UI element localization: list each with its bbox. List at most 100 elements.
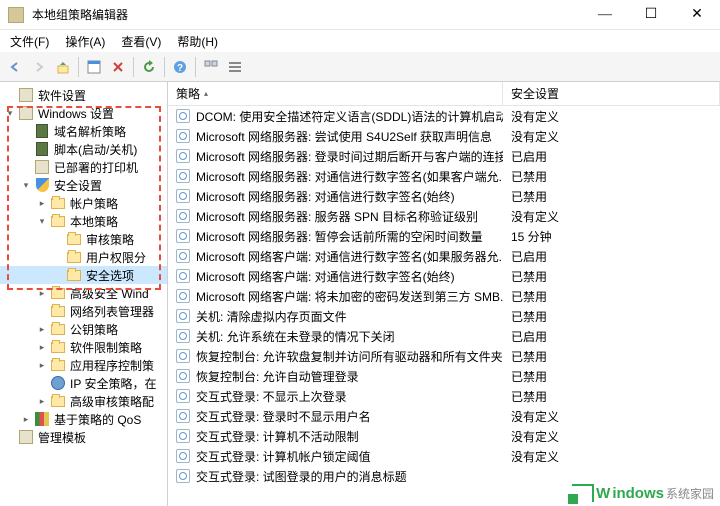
view-icons-button[interactable]: [200, 56, 222, 78]
list-row[interactable]: Microsoft 网络服务器: 对通信进行数字签名(始终)已禁用: [168, 186, 720, 206]
list-row[interactable]: 关机: 允许系统在未登录的情况下关闭已启用: [168, 326, 720, 346]
list-row[interactable]: 交互式登录: 试图登录的用户的消息标题: [168, 466, 720, 486]
policy-cell: Microsoft 网络客户端: 对通信进行数字签名(如果服务器允...: [168, 248, 503, 265]
policy-item-icon: [176, 429, 190, 443]
toolbar-separator: [195, 57, 196, 77]
watermark: Windows 系统家园: [572, 484, 714, 502]
list-row[interactable]: Microsoft 网络服务器: 尝试使用 S4U2Self 获取声明信息没有定…: [168, 126, 720, 146]
folder-icon: [50, 285, 66, 301]
delete-button[interactable]: [107, 56, 129, 78]
list-row[interactable]: 恢复控制台: 允许软盘复制并访问所有驱动器和所有文件夹已禁用: [168, 346, 720, 366]
tree-node-label: 基于策略的 QoS: [54, 411, 141, 428]
expand-icon[interactable]: ▸: [36, 341, 48, 353]
setting-cell: 已启用: [503, 328, 720, 345]
sort-arrow-icon: ▴: [204, 89, 208, 98]
policy-text: Microsoft 网络客户端: 对通信进行数字签名(始终): [196, 268, 455, 285]
list-row[interactable]: 交互式登录: 登录时不显示用户名没有定义: [168, 406, 720, 426]
tree-node[interactable]: ▾安全设置: [0, 176, 167, 194]
setting-cell: 没有定义: [503, 448, 720, 465]
menu-help[interactable]: 帮助(H): [173, 31, 222, 52]
tree-node[interactable]: 已部署的打印机: [0, 158, 167, 176]
column-setting-header[interactable]: 安全设置: [503, 82, 720, 105]
list-row[interactable]: 关机: 清除虚拟内存页面文件已禁用: [168, 306, 720, 326]
tree-node-label: IP 安全策略，在: [70, 375, 156, 392]
tree-toggle-empty: [4, 89, 16, 101]
tree-node[interactable]: ▸公钥策略: [0, 320, 167, 338]
list-body[interactable]: DCOM: 使用安全描述符定义语言(SDDL)语法的计算机启动...没有定义Mi…: [168, 106, 720, 506]
maximize-button[interactable]: ☐: [628, 0, 674, 30]
policy-text: Microsoft 网络服务器: 登录时间过期后断开与客户端的连接: [196, 148, 503, 165]
list-row[interactable]: Microsoft 网络客户端: 将未加密的密码发送到第三方 SMB...已禁用: [168, 286, 720, 306]
list-row[interactable]: Microsoft 网络服务器: 对通信进行数字签名(如果客户端允...已禁用: [168, 166, 720, 186]
menu-file[interactable]: 文件(F): [6, 31, 53, 52]
tree-node[interactable]: 审核策略: [0, 230, 167, 248]
tree-node[interactable]: ▾Windows 设置: [0, 104, 167, 122]
options-button[interactable]: [83, 56, 105, 78]
list-row[interactable]: DCOM: 使用安全描述符定义语言(SDDL)语法的计算机启动...没有定义: [168, 106, 720, 126]
tree-node[interactable]: 域名解析策略: [0, 122, 167, 140]
view-list-button[interactable]: [224, 56, 246, 78]
policy-item-icon: [176, 469, 190, 483]
list-header: 策略 ▴ 安全设置: [168, 82, 720, 106]
setting-cell: 没有定义: [503, 408, 720, 425]
tree-toggle-empty: [36, 377, 48, 389]
tree-node[interactable]: ▸软件限制策略: [0, 338, 167, 356]
collapse-icon[interactable]: ▾: [20, 179, 32, 191]
tree-node[interactable]: IP 安全策略，在: [0, 374, 167, 392]
tree-pane[interactable]: 软件设置▾Windows 设置域名解析策略脚本(启动/关机)已部署的打印机▾安全…: [0, 82, 168, 506]
collapse-icon[interactable]: ▾: [4, 107, 16, 119]
setting-cell: 没有定义: [503, 128, 720, 145]
tree-node[interactable]: 网络列表管理器: [0, 302, 167, 320]
policy-cell: Microsoft 网络服务器: 尝试使用 S4U2Self 获取声明信息: [168, 128, 503, 145]
setting-cell: 已启用: [503, 248, 720, 265]
column-policy-header[interactable]: 策略 ▴: [168, 82, 503, 105]
tree-node-label: 软件设置: [38, 87, 86, 104]
close-button[interactable]: ✕: [674, 0, 720, 30]
expand-icon[interactable]: ▸: [36, 323, 48, 335]
setting-cell: 已禁用: [503, 288, 720, 305]
tree-node[interactable]: 安全选项: [0, 266, 167, 284]
column-policy-label: 策略: [176, 85, 200, 102]
tree-node[interactable]: ▸高级审核策略配: [0, 392, 167, 410]
menu-view[interactable]: 查看(V): [117, 31, 165, 52]
list-row[interactable]: Microsoft 网络服务器: 暂停会话前所需的空闲时间数量15 分钟: [168, 226, 720, 246]
expand-icon[interactable]: ▸: [20, 413, 32, 425]
collapse-icon[interactable]: ▾: [36, 215, 48, 227]
minimize-button[interactable]: —: [582, 0, 628, 30]
folder-icon: [50, 321, 66, 337]
tree-node[interactable]: ▾本地策略: [0, 212, 167, 230]
expand-icon[interactable]: ▸: [36, 395, 48, 407]
policy-text: Microsoft 网络服务器: 对通信进行数字签名(始终): [196, 188, 455, 205]
tree-node[interactable]: ▸应用程序控制策: [0, 356, 167, 374]
list-row[interactable]: 恢复控制台: 允许自动管理登录已禁用: [168, 366, 720, 386]
tree-node[interactable]: ▸高级安全 Wind: [0, 284, 167, 302]
content-area: 软件设置▾Windows 设置域名解析策略脚本(启动/关机)已部署的打印机▾安全…: [0, 82, 720, 506]
list-row[interactable]: Microsoft 网络客户端: 对通信进行数字签名(始终)已禁用: [168, 266, 720, 286]
tree-node[interactable]: 软件设置: [0, 86, 167, 104]
up-button[interactable]: [52, 56, 74, 78]
list-row[interactable]: 交互式登录: 计算机不活动限制没有定义: [168, 426, 720, 446]
expand-icon[interactable]: ▸: [36, 287, 48, 299]
policy-text: Microsoft 网络服务器: 对通信进行数字签名(如果客户端允...: [196, 168, 503, 185]
tree-node[interactable]: 用户权限分: [0, 248, 167, 266]
tree-node[interactable]: 管理模板: [0, 428, 167, 446]
tree-node[interactable]: ▸ 基于策略的 QoS: [0, 410, 167, 428]
expand-icon[interactable]: ▸: [36, 359, 48, 371]
policy-cell: 交互式登录: 登录时不显示用户名: [168, 408, 503, 425]
policy-cell: Microsoft 网络服务器: 登录时间过期后断开与客户端的连接: [168, 148, 503, 165]
forward-button[interactable]: [28, 56, 50, 78]
expand-icon[interactable]: ▸: [36, 197, 48, 209]
help-button[interactable]: ?: [169, 56, 191, 78]
back-button[interactable]: [4, 56, 26, 78]
list-row[interactable]: 交互式登录: 计算机帐户锁定阈值没有定义: [168, 446, 720, 466]
list-row[interactable]: Microsoft 网络服务器: 登录时间过期后断开与客户端的连接已启用: [168, 146, 720, 166]
refresh-button[interactable]: [138, 56, 160, 78]
list-row[interactable]: Microsoft 网络服务器: 服务器 SPN 目标名称验证级别没有定义: [168, 206, 720, 226]
tree-node[interactable]: 脚本(启动/关机): [0, 140, 167, 158]
list-row[interactable]: 交互式登录: 不显示上次登录已禁用: [168, 386, 720, 406]
menu-action[interactable]: 操作(A): [61, 31, 109, 52]
title-bar: 本地组策略编辑器 — ☐ ✕: [0, 0, 720, 30]
folder-icon: [66, 249, 82, 265]
tree-node[interactable]: ▸帐户策略: [0, 194, 167, 212]
list-row[interactable]: Microsoft 网络客户端: 对通信进行数字签名(如果服务器允...已启用: [168, 246, 720, 266]
